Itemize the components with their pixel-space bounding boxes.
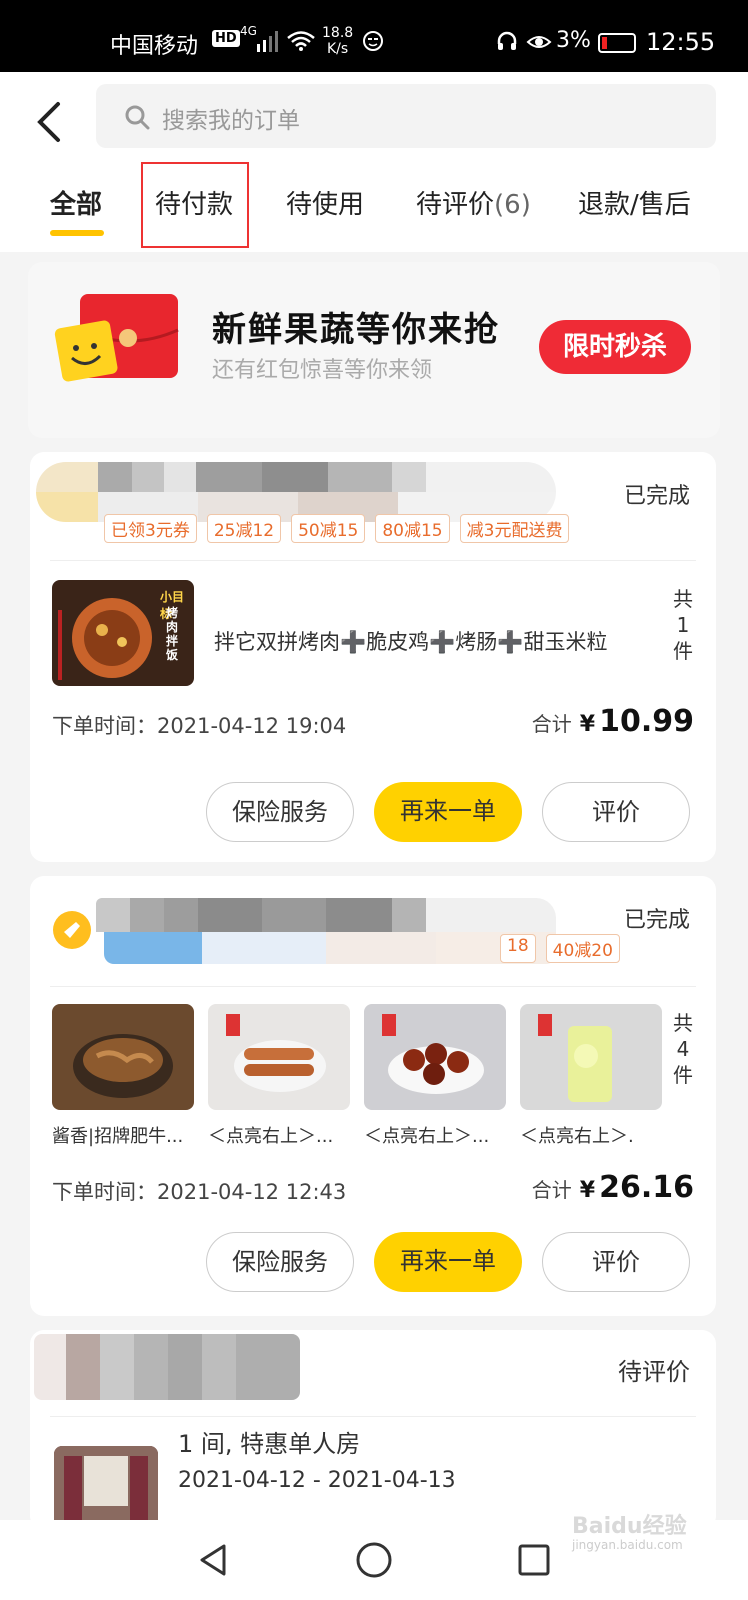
lemon-tea-image [538, 1014, 612, 1102]
food-thumbnail[interactable] [208, 1004, 350, 1110]
back-arrow-icon[interactable] [30, 96, 70, 148]
item-caption: ＜点亮右上＞. [520, 1126, 634, 1147]
coupon-tag: 25减12 [206, 514, 282, 543]
order-status: 已完成 [623, 484, 690, 509]
order-total: 合计 ¥10.99 [531, 704, 694, 739]
divider [50, 986, 696, 987]
wifi-icon [287, 31, 315, 51]
face-icon [363, 31, 383, 51]
active-tab-indicator [50, 230, 104, 236]
hotel-room-image [54, 1446, 158, 1530]
coupon-tags: 已领3元券 25减12 50减15 80减15 减3元配送费 [104, 514, 570, 543]
flash-sale-button[interactable]: 限时秒杀 [539, 320, 691, 374]
status-bar: 中国移动 HD 4G 18.8 K/s 3% 12:55 [0, 0, 748, 72]
order-time: 下单时间：2021-04-12 19:04 [52, 714, 347, 738]
insurance-button[interactable]: 保险服务 [206, 1232, 354, 1292]
room-type: 1 间, 特惠单人房 [178, 1430, 361, 1458]
item-caption: ＜点亮右上＞... [364, 1126, 490, 1147]
item-count: 共1件 [673, 587, 693, 663]
reorder-button[interactable]: 再来一单 [374, 1232, 522, 1292]
store-logo-icon [53, 911, 91, 949]
promo-banner[interactable]: 新鲜果蔬等你来抢 还有红包惊喜等你来领 限时秒杀 [28, 262, 720, 438]
red-envelope-icon [54, 294, 179, 382]
order-card[interactable]: 18 40减20 已完成 共4件 酱香|招牌肥牛... ＜点亮右上＞... ＜点… [30, 876, 716, 1316]
banner-subtitle: 还有红包惊喜等你来领 [212, 358, 433, 383]
food-thumbnail[interactable] [520, 1004, 662, 1110]
promo-tags-blurred [104, 932, 556, 964]
coupon-tag: 已领3元券 [104, 514, 197, 543]
order-card[interactable]: 已完成 已领3元券 25减12 50减15 80减15 减3元配送费 小目标 烤… [30, 452, 716, 862]
beef-bowl-image [73, 1034, 173, 1098]
store-name-blurred [96, 898, 556, 932]
battery-percent: 3% [556, 28, 591, 53]
system-nav-bar: Baidu经验 jingyan.baidu.com [0, 1514, 748, 1600]
review-button[interactable]: 评价 [542, 1232, 690, 1292]
banner-title: 新鲜果蔬等你来抢 [212, 310, 500, 350]
review-count: (6) [494, 190, 531, 220]
back-triangle-icon[interactable] [194, 1540, 234, 1580]
item-name: 拌它双拼烤肉➕脆皮鸡➕烤肠➕甜玉米粒 [214, 630, 608, 654]
thumb-label: 烤肉拌饭 [166, 606, 179, 662]
item-caption: 酱香|招牌肥牛... [52, 1126, 184, 1147]
reorder-button[interactable]: 再来一单 [374, 782, 522, 842]
coupon-tag: 减3元配送费 [459, 514, 570, 543]
search-icon [125, 105, 150, 130]
signal-icon [257, 31, 278, 52]
order-total: 合计 ¥26.16 [531, 1170, 694, 1205]
network-speed: 18.8 K/s [322, 25, 354, 57]
clock: 12:55 [646, 28, 716, 56]
coupon-tag: 50减15 [291, 514, 366, 543]
food-thumbnail[interactable] [364, 1004, 506, 1110]
item-caption: ＜点亮右上＞... [208, 1126, 334, 1147]
order-time: 下单时间：2021-04-12 12:43 [52, 1180, 347, 1204]
tab-to-use[interactable]: 待使用 [286, 184, 364, 221]
recents-square-icon[interactable] [514, 1540, 554, 1580]
room-thumbnail[interactable] [54, 1446, 158, 1530]
food-thumbnail[interactable]: 小目标 烤肉拌饭 [52, 580, 194, 686]
hd-icon: HD [212, 30, 240, 47]
store-name-blurred [34, 1334, 300, 1400]
meatball-image [382, 1014, 484, 1094]
sausage-image [226, 1014, 326, 1092]
battery-icon [598, 33, 636, 53]
home-circle-icon[interactable] [354, 1540, 394, 1580]
coupon-tag: 40减20 [545, 934, 620, 963]
insurance-button[interactable]: 保险服务 [206, 782, 354, 842]
search-placeholder: 搜索我的订单 [162, 108, 300, 134]
search-input[interactable]: 搜索我的订单 [96, 84, 716, 148]
tab-refund[interactable]: 退款/售后 [578, 184, 691, 221]
coupon-tags: 18 40减20 [500, 934, 620, 963]
item-count: 共4件 [673, 1011, 693, 1087]
order-status: 待评价 [618, 1358, 690, 1386]
highlight-annotation [141, 162, 249, 248]
coupon-tag: 80减15 [375, 514, 450, 543]
baidu-watermark: Baidu经验 jingyan.baidu.com [572, 1514, 687, 1552]
network-type: 4G [240, 24, 257, 38]
stay-dates: 2021-04-12 - 2021-04-13 [178, 1468, 456, 1493]
order-status: 已完成 [623, 908, 690, 933]
order-tabs: 全部 待付款 待使用 待评价(6) 退款/售后 [0, 176, 748, 240]
coupon-tag: 18 [500, 934, 536, 963]
review-button[interactable]: 评价 [542, 782, 690, 842]
divider [50, 1416, 696, 1417]
tab-all[interactable]: 全部 [50, 184, 102, 221]
divider [50, 560, 696, 561]
carrier-name: 中国移动 [110, 34, 199, 59]
eye-comfort-icon [526, 36, 552, 48]
header: 搜索我的订单 全部 待付款 待使用 待评价(6) 退款/售后 [0, 72, 748, 252]
headphones-icon [497, 31, 517, 50]
order-card[interactable]: 待评价 1 间, 特惠单人房 2021-04-12 - 2021-04-13 [30, 1330, 716, 1530]
food-thumbnail[interactable] [52, 1004, 194, 1110]
tab-to-review[interactable]: 待评价(6) [416, 184, 531, 221]
